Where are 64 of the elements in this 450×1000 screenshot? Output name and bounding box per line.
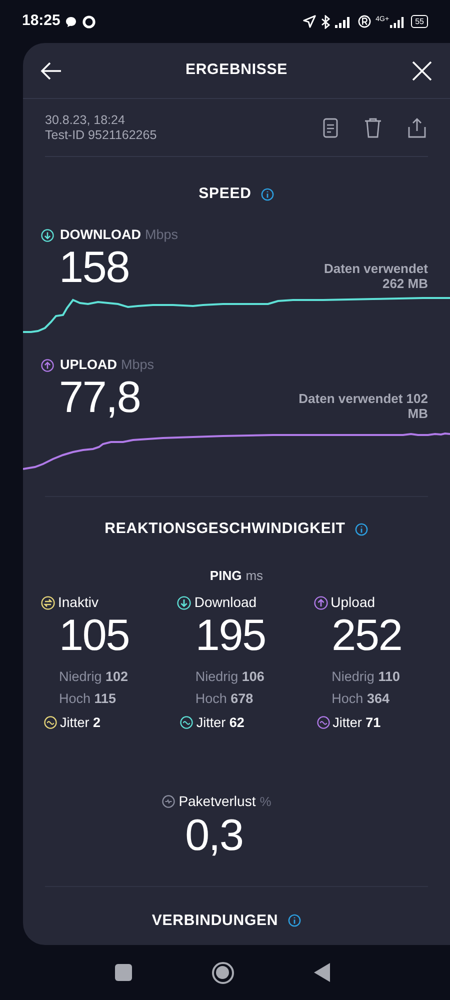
ping-value: 105 (58, 612, 130, 660)
speed-label: DOWNLOAD (60, 226, 141, 244)
chat-bubble-icon (65, 16, 78, 28)
data-used-text: MB (408, 406, 428, 421)
jitter-text: Jitter 62 (196, 714, 244, 732)
speed-value: 158 (59, 244, 130, 292)
section-title: VERBINDUNGEN (152, 910, 278, 930)
info-icon[interactable] (288, 914, 302, 928)
unit-label: Mbps (145, 226, 178, 244)
info-icon[interactable] (261, 188, 274, 200)
data-used-text: Daten verwendet 102 (298, 391, 428, 406)
unit-label: ms (246, 567, 264, 585)
test-date: 30.8.23, 18:24 (45, 112, 126, 128)
back-arrow-icon (40, 62, 62, 80)
location-arrow-icon (302, 15, 316, 28)
battery-indicator: 55 (411, 15, 428, 28)
home-button[interactable] (212, 962, 234, 984)
clock: 18:25 (22, 11, 60, 32)
info-icon[interactable] (355, 522, 368, 536)
bluetooth-icon (320, 14, 330, 28)
back-triangle-icon (314, 963, 330, 982)
data-used-text: 262 MB (382, 276, 428, 291)
min-ping-text: Niedrig 106 (194, 668, 266, 686)
jitter-text: Jitter 71 (332, 714, 381, 732)
wave-icon (180, 716, 194, 730)
jitter-text: Jitter 2 (60, 714, 101, 732)
wave-icon (44, 716, 57, 730)
data-used-text: Daten verwendet (324, 261, 428, 276)
ring-icon (82, 14, 96, 28)
packet-loss-value: 0,3 (185, 812, 243, 860)
section-title: SPEED (198, 184, 252, 204)
document-icon (323, 118, 338, 138)
packet-icon (162, 794, 175, 808)
max-ping-text: Hoch 678 (194, 690, 254, 708)
recents-button[interactable] (114, 964, 132, 981)
report-button[interactable] (323, 118, 338, 138)
signal-icon (390, 16, 404, 28)
wave-icon (316, 716, 330, 730)
test-id: Test-ID 9521162265 (45, 128, 158, 142)
unit-label: % (260, 792, 272, 810)
close-icon (412, 60, 432, 80)
min-ping-text: Niedrig 110 (330, 668, 401, 686)
back-button[interactable] (314, 963, 330, 982)
trash-icon (364, 118, 382, 138)
ping-value: 252 (330, 612, 403, 660)
ping-label: Inaktiv (58, 593, 98, 612)
max-ping-text: Hoch 115 (58, 690, 118, 708)
packet-loss-label: Paketverlust (178, 792, 256, 811)
section-title: REAKTIONSGESCHWINDIGKEIT (104, 518, 346, 539)
delete-button[interactable] (364, 118, 382, 138)
share-icon (408, 118, 426, 138)
ping-label: PING (210, 567, 242, 585)
min-ping-text: Niedrig 102 (58, 668, 130, 686)
ping-label: Upload (330, 593, 376, 612)
ping-label: Download (194, 593, 257, 612)
page-title: ERGEBNISSE (185, 60, 288, 80)
speed-label: UPLOAD (60, 356, 117, 374)
speed-value: 77,8 (59, 374, 140, 422)
max-ping-text: Hoch 364 (330, 690, 390, 708)
roaming-icon (358, 15, 371, 28)
share-button[interactable] (408, 118, 426, 138)
ping-value: 195 (194, 612, 266, 660)
close-button[interactable] (410, 58, 434, 82)
unit-label: Mbps (121, 356, 154, 374)
